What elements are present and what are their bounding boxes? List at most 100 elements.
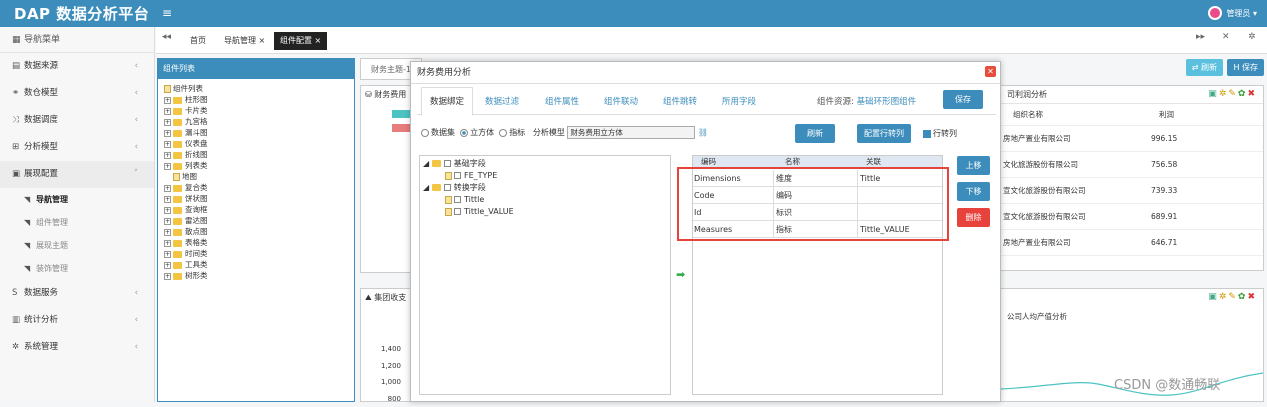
tree-root[interactable]: 组件列表 — [158, 83, 354, 94]
expand-icon[interactable]: + — [164, 273, 171, 280]
fullscreen-icon[interactable]: ✕ — [1222, 32, 1230, 42]
tree-node[interactable]: 地图 — [158, 171, 354, 182]
move-up-button[interactable]: 上移 — [957, 156, 990, 175]
tab-component-config[interactable]: 组件配置 × — [274, 32, 327, 50]
expand-icon[interactable]: + — [164, 196, 171, 203]
sidebar-item-data-service[interactable]: S数据服务‹ — [0, 280, 154, 307]
table-row[interactable]: 房地产置业有限公司996.15 — [1001, 126, 1263, 152]
tree-group-converted[interactable]: ◢ 转换字段 — [423, 182, 670, 194]
sidebar-item-analysis-model[interactable]: ⊞分析模型‹ — [0, 134, 154, 161]
checkbox[interactable] — [454, 208, 461, 215]
expand-icon[interactable]: + — [164, 163, 171, 170]
expand-icon[interactable]: + — [164, 130, 171, 137]
expand-icon[interactable]: + — [164, 108, 171, 115]
model-select[interactable]: 财务费用立方体 — [567, 126, 695, 139]
expand-icon[interactable]: + — [164, 152, 171, 159]
dialog-save-button[interactable]: 保存 — [943, 90, 983, 109]
tab-component-link[interactable]: 组件联动 — [604, 95, 638, 107]
checkbox[interactable] — [454, 172, 461, 179]
sidebar-item-display-theme[interactable]: ◥展现主题 — [0, 234, 154, 257]
expand-icon[interactable]: + — [164, 240, 171, 247]
expand-icon[interactable]: + — [164, 141, 171, 148]
checkbox[interactable] — [444, 184, 451, 191]
tree-node[interactable]: +饼状图 — [158, 193, 354, 204]
table-row[interactable]: 宣文化旅游股份有限公司689.91 — [1001, 204, 1263, 230]
move-down-button[interactable]: 下移 — [957, 182, 990, 201]
expand-icon[interactable]: + — [164, 218, 171, 225]
gear-icon[interactable]: ✲ — [1219, 292, 1229, 302]
row-to-col-checkbox[interactable]: 行转列 — [923, 128, 957, 139]
sidebar-item-data-source[interactable]: ▤数据来源‹ — [0, 53, 154, 80]
sidebar-item-warehouse[interactable]: ⚭数仓模型‹ — [0, 80, 154, 107]
sidebar-item-scheduling[interactable]: ⤨数据调度‹ — [0, 107, 154, 134]
radio-dataset[interactable] — [421, 129, 429, 137]
tree-node[interactable]: +时间类 — [158, 248, 354, 259]
save-button[interactable]: H 保存 — [1227, 59, 1264, 76]
edit-icon[interactable]: ✎ — [1228, 292, 1238, 302]
tree-node[interactable]: +表格类 — [158, 237, 354, 248]
config-row-to-col-button[interactable]: 配置行转列 — [857, 124, 911, 143]
tree-node[interactable]: +查询框 — [158, 204, 354, 215]
expand-icon[interactable]: + — [164, 229, 171, 236]
hamburger-icon[interactable]: ≡ — [162, 6, 172, 20]
tab-scroll-right-icon[interactable]: ▸▸ — [1196, 32, 1205, 42]
resource-value[interactable]: 基础环形图组件 — [857, 97, 917, 107]
export-icon[interactable]: ▣ — [1208, 89, 1219, 99]
tree-field[interactable]: Tittle_VALUE — [423, 206, 670, 218]
delete-button[interactable]: 删除 — [957, 208, 990, 227]
tab-scroll-left-icon[interactable]: ◂◂ — [162, 32, 171, 42]
checkbox[interactable] — [444, 160, 451, 167]
radio-metric[interactable] — [499, 129, 507, 137]
tab-component-jump[interactable]: 组件跳转 — [663, 95, 697, 107]
sidebar-item-system[interactable]: ✲系统管理‹ — [0, 334, 154, 361]
tab-home[interactable]: 首页 — [184, 32, 212, 50]
tab-used-fields[interactable]: 所用字段 — [722, 95, 756, 107]
gear-icon[interactable]: ✲ — [1219, 89, 1229, 99]
tree-node[interactable]: +漏斗图 — [158, 127, 354, 138]
expand-icon[interactable]: + — [164, 119, 171, 126]
close-icon[interactable]: ✖ — [1247, 292, 1257, 302]
export-icon[interactable]: ▣ — [1208, 292, 1219, 302]
expand-icon[interactable]: + — [164, 207, 171, 214]
refresh-button[interactable]: ⇄ 刷新 — [1186, 59, 1223, 76]
tree-group-basic[interactable]: ◢ 基础字段 — [423, 158, 670, 170]
expand-icon[interactable]: + — [164, 97, 171, 104]
tree-node[interactable]: +散点图 — [158, 226, 354, 237]
tree-node[interactable]: +复合类 — [158, 182, 354, 193]
sidebar-item-decoration[interactable]: ◥装饰管理 — [0, 257, 154, 280]
link-icon[interactable]: ⛓ — [698, 128, 708, 137]
checkbox[interactable] — [454, 196, 461, 203]
sidebar-item-statistics[interactable]: ▥统计分析‹ — [0, 307, 154, 334]
expand-icon[interactable]: + — [164, 185, 171, 192]
tab-nav-manage[interactable]: 导航管理 × — [218, 32, 271, 50]
expand-icon[interactable]: + — [164, 251, 171, 258]
radio-cube[interactable] — [460, 129, 468, 137]
tree-field[interactable]: FE_TYPE — [423, 170, 670, 182]
user-menu[interactable]: 管理员 ▾ — [1208, 6, 1257, 20]
close-icon[interactable]: ✕ — [985, 66, 996, 77]
panel-tools[interactable]: ▣✲✎✿✖ — [1208, 292, 1257, 302]
tree-node[interactable]: +折线图 — [158, 149, 354, 160]
refresh-button[interactable]: 刷新 — [795, 124, 835, 143]
sidebar-item-component-manage[interactable]: ◥组件管理 — [0, 211, 154, 234]
expand-icon[interactable]: + — [164, 262, 171, 269]
move-right-arrow-icon[interactable]: ➡ — [676, 268, 685, 281]
table-row[interactable]: 宣文化旅游股份有限公司739.33 — [1001, 178, 1263, 204]
tree-node[interactable]: +雷达图 — [158, 215, 354, 226]
tree-field[interactable]: Tittle — [423, 194, 670, 206]
sidebar-item-nav-manage[interactable]: ◥导航管理 — [0, 188, 154, 211]
tab-data-filter[interactable]: 数据过滤 — [485, 95, 519, 107]
sidebar-item-display-config[interactable]: ▣展现配置˅ — [0, 161, 154, 188]
edit-icon[interactable]: ✎ — [1228, 89, 1238, 99]
tab-data-binding[interactable]: 数据绑定 — [421, 87, 473, 116]
tree-node[interactable]: +树形类 — [158, 270, 354, 281]
panel-tools[interactable]: ▣✲✎✿✖ — [1208, 89, 1257, 99]
table-row[interactable]: 房地产置业有限公司646.71 — [1001, 230, 1263, 256]
tree-node[interactable]: +卡片类 — [158, 105, 354, 116]
tree-node[interactable]: +仪表盘 — [158, 138, 354, 149]
table-row[interactable]: 文化旅游股份有限公司756.58 — [1001, 152, 1263, 178]
checkbox-checked[interactable] — [923, 130, 931, 138]
gear-icon[interactable]: ✲ — [1248, 32, 1256, 42]
tree-node[interactable]: +列表类 — [158, 160, 354, 171]
close-icon[interactable]: ✖ — [1247, 89, 1257, 99]
